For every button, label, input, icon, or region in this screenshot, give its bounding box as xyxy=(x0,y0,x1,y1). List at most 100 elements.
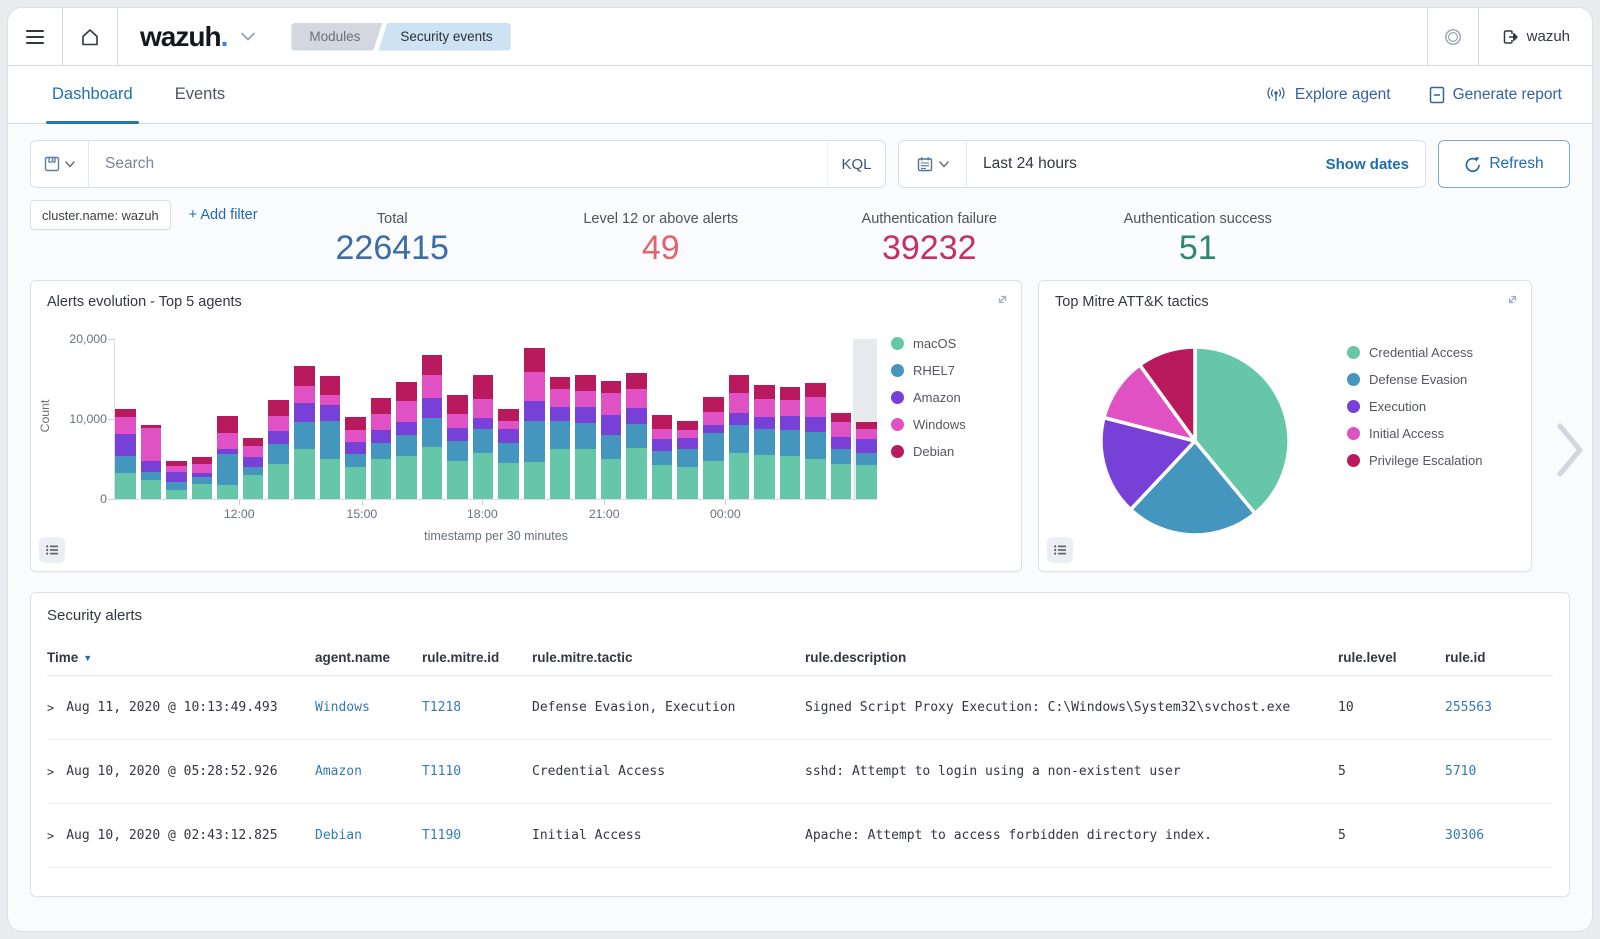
expand-panel-button[interactable] xyxy=(1506,293,1519,306)
home-button[interactable] xyxy=(63,8,117,65)
bar-segment-rhel7[interactable] xyxy=(524,421,545,462)
bar-stack[interactable] xyxy=(831,339,852,499)
bar-segment-macos[interactable] xyxy=(268,464,289,499)
bar-segment-amazon[interactable] xyxy=(703,425,724,433)
saved-query-button[interactable] xyxy=(31,141,89,187)
bar-segment-amazon[interactable] xyxy=(243,457,264,467)
bar-segment-debian[interactable] xyxy=(703,397,724,411)
column-header-rule-id[interactable]: rule.id xyxy=(1445,650,1553,665)
legend-item-credential-access[interactable]: Credential Access xyxy=(1347,343,1482,362)
bar-stack[interactable] xyxy=(626,339,647,499)
legend-item-initial-access[interactable]: Initial Access xyxy=(1347,424,1482,443)
bar-segment-amazon[interactable] xyxy=(447,428,468,441)
bar-segment-rhel7[interactable] xyxy=(831,449,852,464)
expand-row-icon[interactable]: > xyxy=(47,701,54,715)
cell-rule-id[interactable]: 30306 xyxy=(1445,828,1553,843)
bar-segment-macos[interactable] xyxy=(703,461,724,499)
bar-stack[interactable] xyxy=(703,339,724,499)
bar-stack[interactable] xyxy=(422,339,443,499)
bar-segment-rhel7[interactable] xyxy=(294,422,315,449)
menu-button[interactable] xyxy=(8,8,62,65)
tab-events[interactable]: Events xyxy=(175,66,225,123)
bar-segment-debian[interactable] xyxy=(677,421,698,431)
bar-stack[interactable] xyxy=(294,339,315,499)
legend-item-rhel7[interactable]: RHEL7 xyxy=(891,361,966,380)
bar-stack[interactable] xyxy=(677,339,698,499)
bar-segment-rhel7[interactable] xyxy=(243,467,264,475)
column-header-rule-mitre-id[interactable]: rule.mitre.id xyxy=(422,650,532,665)
bar-segment-rhel7[interactable] xyxy=(601,435,622,459)
bar-segment-amazon[interactable] xyxy=(498,429,519,443)
bar-segment-windows[interactable] xyxy=(447,414,468,428)
bar-segment-windows[interactable] xyxy=(396,401,417,423)
bar-segment-rhel7[interactable] xyxy=(473,429,494,453)
bar-segment-rhel7[interactable] xyxy=(268,444,289,464)
bar-stack[interactable] xyxy=(652,339,673,499)
bar-segment-amazon[interactable] xyxy=(166,472,187,482)
bar-segment-windows[interactable] xyxy=(652,429,673,439)
bar-segment-debian[interactable] xyxy=(626,373,647,389)
bar-segment-amazon[interactable] xyxy=(780,416,801,430)
bar-segment-debian[interactable] xyxy=(217,416,238,434)
bar-segment-amazon[interactable] xyxy=(371,430,392,443)
bar-segment-windows[interactable] xyxy=(498,421,519,429)
bar-segment-macos[interactable] xyxy=(396,456,417,499)
bar-segment-debian[interactable] xyxy=(422,355,443,375)
bar-segment-macos[interactable] xyxy=(473,453,494,499)
cell-agent-name[interactable]: Amazon xyxy=(315,764,422,779)
bar-segment-rhel7[interactable] xyxy=(345,454,366,467)
bar-segment-macos[interactable] xyxy=(371,459,392,499)
bar-segment-amazon[interactable] xyxy=(831,437,852,449)
bar-segment-windows[interactable] xyxy=(294,386,315,403)
bar-stack[interactable] xyxy=(268,339,289,499)
bar-segment-amazon[interactable] xyxy=(575,407,596,423)
bar-segment-macos[interactable] xyxy=(550,449,571,499)
legend-item-macos[interactable]: macOS xyxy=(891,334,966,353)
expand-row-icon[interactable]: > xyxy=(47,765,54,779)
bar-segment-windows[interactable] xyxy=(141,428,162,462)
bar-segment-macos[interactable] xyxy=(805,459,826,499)
bar-segment-windows[interactable] xyxy=(115,417,136,435)
bar-stack[interactable] xyxy=(345,339,366,499)
bar-segment-macos[interactable] xyxy=(422,447,443,499)
bar-segment-rhel7[interactable] xyxy=(371,443,392,459)
search-input[interactable] xyxy=(89,141,827,187)
cell-rule-mitre-id[interactable]: T1110 xyxy=(422,764,532,779)
bar-segment-macos[interactable] xyxy=(294,449,315,499)
bar-stack[interactable] xyxy=(396,339,417,499)
bar-segment-debian[interactable] xyxy=(754,385,775,399)
bar-segment-windows[interactable] xyxy=(217,433,238,449)
bar-segment-debian[interactable] xyxy=(780,387,801,400)
bar-stack[interactable] xyxy=(729,339,750,499)
column-header-time[interactable]: Time▼ xyxy=(47,650,315,665)
time-range-value[interactable]: Last 24 hours xyxy=(967,141,1077,187)
bar-segment-debian[interactable] xyxy=(498,409,519,420)
bar-segment-rhel7[interactable] xyxy=(575,423,596,449)
bar-segment-rhel7[interactable] xyxy=(192,477,213,484)
legend-item-debian[interactable]: Debian xyxy=(891,442,966,461)
bar-segment-macos[interactable] xyxy=(524,462,545,499)
bar-segment-amazon[interactable] xyxy=(754,417,775,429)
column-header-rule-description[interactable]: rule.description xyxy=(805,650,1338,665)
cell-agent-name[interactable]: Debian xyxy=(315,828,422,843)
legend-toggle-button[interactable] xyxy=(39,537,65,563)
bar-segment-rhel7[interactable] xyxy=(805,432,826,459)
bar-segment-macos[interactable] xyxy=(729,453,750,499)
bar-stack[interactable] xyxy=(192,339,213,499)
carousel-next-button[interactable] xyxy=(1556,422,1584,478)
bar-segment-macos[interactable] xyxy=(831,464,852,499)
bar-segment-rhel7[interactable] xyxy=(754,429,775,455)
bar-segment-rhel7[interactable] xyxy=(703,433,724,460)
bar-segment-macos[interactable] xyxy=(217,485,238,499)
bar-segment-debian[interactable] xyxy=(345,417,366,431)
bar-segment-rhel7[interactable] xyxy=(626,424,647,448)
bar-segment-macos[interactable] xyxy=(166,490,187,499)
bar-stack[interactable] xyxy=(447,339,468,499)
bar-segment-macos[interactable] xyxy=(345,467,366,499)
bar-segment-rhel7[interactable] xyxy=(141,472,162,480)
bar-segment-rhel7[interactable] xyxy=(396,435,417,456)
bar-segment-amazon[interactable] xyxy=(473,418,494,428)
bar-segment-rhel7[interactable] xyxy=(447,441,468,461)
bar-segment-rhel7[interactable] xyxy=(422,418,443,447)
stat-auth-failure[interactable]: Authentication failure 39232 xyxy=(795,210,1064,267)
